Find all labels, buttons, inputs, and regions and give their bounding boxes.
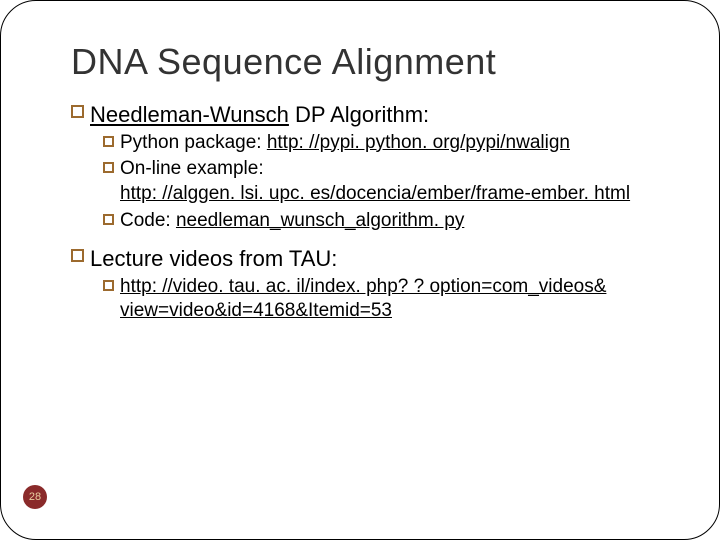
square-bullet-icon [103,214,114,225]
nw-rest-text: DP Algorithm: [289,102,429,127]
bullet-python-package: Python package: http: //pypi. python. or… [103,131,649,156]
tau-video-link[interactable]: http: //video. tau. ac. il/index. php? ?… [120,276,606,322]
alggen-link[interactable]: http: //alggen. lsi. upc. es/docencia/em… [120,182,649,207]
bullet-online-example: On-line example: http: //alggen. lsi. up… [103,157,649,206]
square-bullet-icon [103,136,114,147]
square-bullet-icon [71,105,84,118]
needleman-wunsch-link[interactable]: Needleman-Wunsch [90,102,289,127]
online-label: On-line example: [120,158,264,179]
page-number-badge: 28 [23,485,47,509]
slide-title: DNA Sequence Alignment [71,41,649,83]
bullet-lecture-videos: Lecture videos from TAU: [71,245,649,273]
code-link[interactable]: needleman_wunsch_algorithm. py [176,210,464,231]
square-bullet-icon [103,162,114,173]
lecture-text: Lecture videos from TAU: [90,246,337,271]
square-bullet-icon [71,249,84,262]
code-label: Code: [120,210,176,231]
square-bullet-icon [103,280,114,291]
bullet-video-link: http: //video. tau. ac. il/index. php? ?… [103,275,649,324]
bullet-code: Code: needleman_wunsch_algorithm. py [103,209,649,234]
python-label: Python package: [120,132,267,153]
page-number: 28 [29,491,41,503]
nwalign-link[interactable]: http: //pypi. python. org/pypi/nwalign [267,132,570,153]
bullet-needleman-wunsch: Needleman-Wunsch DP Algorithm: [71,101,649,129]
slide: DNA Sequence Alignment Needleman-Wunsch … [0,0,720,540]
